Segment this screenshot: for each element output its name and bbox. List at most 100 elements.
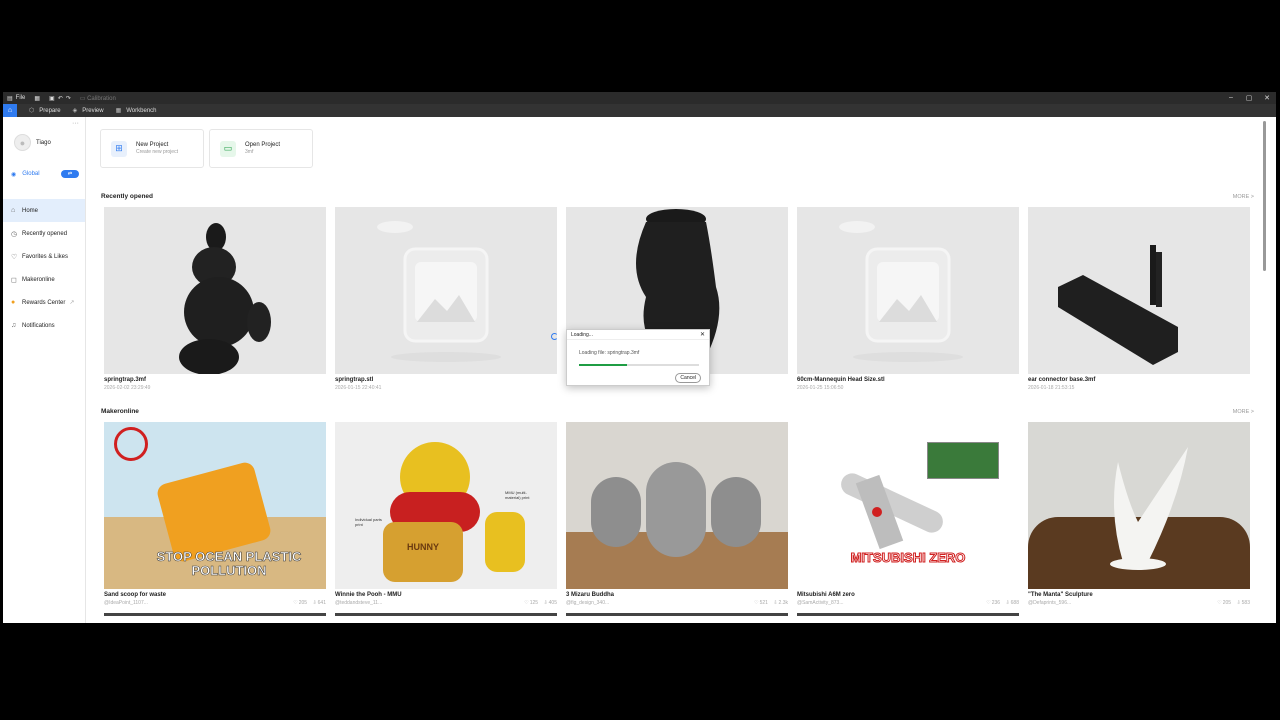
model-meta: @Defaprints_596... ♡205 ⇩583: [1028, 600, 1250, 606]
like-icon: ♡: [1217, 600, 1222, 606]
new-project-icon: ⊞: [111, 140, 127, 157]
like-icon: ♡: [524, 600, 529, 606]
sidebar-item-label: Makeronline: [22, 276, 55, 283]
download-icon: ⇩: [1005, 600, 1010, 606]
grid-icon: ▦: [115, 108, 122, 114]
download-icon: ⇩: [312, 600, 317, 606]
model-thumbnail: [797, 207, 1019, 374]
more-options-icon[interactable]: ···: [72, 120, 79, 127]
tab-workbench[interactable]: ▦ Workbench: [115, 107, 157, 115]
external-link-icon: ↗: [69, 300, 75, 306]
layers-icon: ◈: [72, 108, 78, 114]
new-project-subtitle: Create new project: [136, 149, 178, 155]
heart-icon: ♡: [11, 253, 18, 261]
calibration-menu[interactable]: ▭ Calibration: [80, 95, 119, 102]
progress-fill: [579, 364, 627, 366]
file-name: springtrap.3mf: [104, 377, 147, 383]
download-icon: ⇩: [773, 600, 778, 606]
sidebar: ··· ● Tiago ◉ Global ⇄ ⌂ Home ◷ Recently o…: [3, 117, 86, 623]
layout-icon[interactable]: ▦: [34, 95, 40, 102]
model-image: [566, 422, 788, 589]
recent-file-tile[interactable]: springtrap.stl 2026-01-15 22:40:41: [335, 207, 557, 391]
download-count: 688: [1010, 600, 1019, 606]
tab-label: Preview: [82, 107, 104, 114]
loading-message: Loading file: springtrap.3mf: [579, 350, 640, 356]
like-count: 205: [298, 600, 308, 606]
coin-icon: ●: [11, 299, 16, 306]
like-icon: ♡: [293, 600, 298, 606]
sidebar-item-makeronline[interactable]: ◻ Makeronline: [3, 268, 85, 291]
model-card[interactable]: HUNNY Individual parts print MMU (multi-…: [335, 422, 557, 606]
maximize-icon[interactable]: ▢: [1240, 94, 1258, 102]
recent-file-tile[interactable]: springtrap.3mf 2026-02-02 23:29:49: [104, 207, 326, 391]
redo-icon[interactable]: ↷: [66, 95, 71, 102]
makeronline-more-link[interactable]: MORE >: [1233, 409, 1254, 415]
placeholder-image-icon: [377, 221, 501, 362]
region-switch-button[interactable]: ⇄: [61, 170, 79, 178]
home-icon: ⌂: [7, 107, 13, 114]
progress-bar: [579, 364, 699, 366]
home-icon: ⌂: [11, 207, 16, 214]
download-icon: ⇩: [543, 600, 548, 606]
file-menu-icon[interactable]: ▤: [7, 95, 13, 102]
sidebar-item-recently-opened[interactable]: ◷ Recently opened: [3, 222, 85, 245]
new-project-card[interactable]: ⊞ New Project Create new project: [100, 129, 204, 168]
model-meta: @teddandsteve_11... ♡125 ⇩405: [335, 600, 557, 606]
download-count: 583: [1241, 600, 1250, 606]
folder-icon: ▭: [220, 140, 236, 157]
region-selector[interactable]: ◉ Global ⇄: [11, 170, 79, 178]
scrollbar[interactable]: [1263, 121, 1266, 271]
model-stats: ♡236 ⇩688: [982, 600, 1019, 606]
tab-prepare[interactable]: ⬡ Prepare: [29, 107, 61, 115]
sidebar-item-notifications[interactable]: ♫ Notifications: [3, 314, 85, 337]
save-icon[interactable]: ▣: [49, 95, 55, 102]
download-count: 2.3k: [778, 600, 788, 606]
file-name: 60cm-Mannequin Head Size.stl: [797, 377, 885, 383]
model-card[interactable]: 3 Mizaru Buddha @fig_design_340... ♡521 …: [566, 422, 788, 606]
open-project-card[interactable]: ▭ Open Project 3mf: [209, 129, 313, 168]
sidebar-item-home[interactable]: ⌂ Home: [3, 199, 85, 222]
recent-more-link[interactable]: MORE >: [1233, 194, 1254, 200]
tab-home[interactable]: ⌂: [3, 104, 17, 117]
tab-preview[interactable]: ◈ Preview: [72, 107, 104, 115]
model-stats: ♡521 ⇩2.3k: [750, 600, 788, 606]
sidebar-item-favorites[interactable]: ♡ Favorites & Likes: [3, 245, 85, 268]
sidebar-nav: ⌂ Home ◷ Recently opened ♡ Favorites & Like…: [3, 199, 85, 337]
next-row-peek: [797, 613, 1019, 616]
undo-icon[interactable]: ↶: [58, 95, 63, 102]
model-stats: ♡125 ⇩405: [520, 600, 557, 606]
model-card[interactable]: MITSUBISHI ZERO Mitsubishi A6M zero @Sam…: [797, 422, 1019, 606]
model-author: @IdeaPoint_1107...: [104, 600, 148, 606]
open-project-subtitle: 3mf: [245, 149, 254, 155]
close-icon[interactable]: ✕: [700, 331, 705, 338]
makeronline-section-title: Makeronline: [101, 408, 139, 415]
loading-spinner-icon: [551, 333, 558, 340]
next-row-peek: [566, 613, 788, 616]
placeholder-image-icon: [839, 221, 963, 362]
model-image: [1028, 422, 1250, 589]
file-menu[interactable]: File: [16, 95, 26, 101]
tab-bar: ⌂ ⬡ Prepare ◈ Preview ▦ Workbench: [3, 104, 1276, 117]
model-image: STOP OCEAN PLASTIC POLLUTION: [104, 422, 326, 589]
minimize-icon[interactable]: –: [1222, 94, 1240, 102]
cancel-button[interactable]: Cancel: [675, 373, 701, 383]
springtrap-model-image: [179, 223, 271, 374]
model-meta: @fig_design_340... ♡521 ⇩2.3k: [566, 600, 788, 606]
dialog-header: Loading... ✕: [567, 330, 709, 340]
plane-parts-sheet: [927, 442, 999, 479]
user-profile[interactable]: ● Tiago: [14, 134, 51, 151]
sidebar-item-rewards[interactable]: ● Rewards Center ↗: [3, 291, 85, 314]
model-meta: @SamActivity_873... ♡236 ⇩688: [797, 600, 1019, 606]
model-image: HUNNY Individual parts print MMU (multi-…: [335, 422, 557, 589]
sidebar-item-label: Rewards Center: [22, 299, 66, 306]
close-icon[interactable]: ✕: [1258, 94, 1276, 102]
sidebar-item-label: Recently opened: [22, 230, 68, 237]
recent-file-tile[interactable]: 60cm-Mannequin Head Size.stl 2026-01-25 …: [797, 207, 1019, 391]
model-card[interactable]: "The Manta" Sculpture @Defaprints_596...…: [1028, 422, 1250, 606]
recent-file-tile[interactable]: ear connector base.3mf 2026-01-18 21:53:…: [1028, 207, 1250, 391]
model-image: MITSUBISHI ZERO: [797, 422, 1019, 589]
model-card[interactable]: STOP OCEAN PLASTIC POLLUTION Sand scoop …: [104, 422, 326, 606]
plane-image-text: MITSUBISHI ZERO: [850, 550, 966, 566]
model-author: @SamActivity_873...: [797, 600, 844, 606]
calibration-label: Calibration: [87, 95, 116, 102]
